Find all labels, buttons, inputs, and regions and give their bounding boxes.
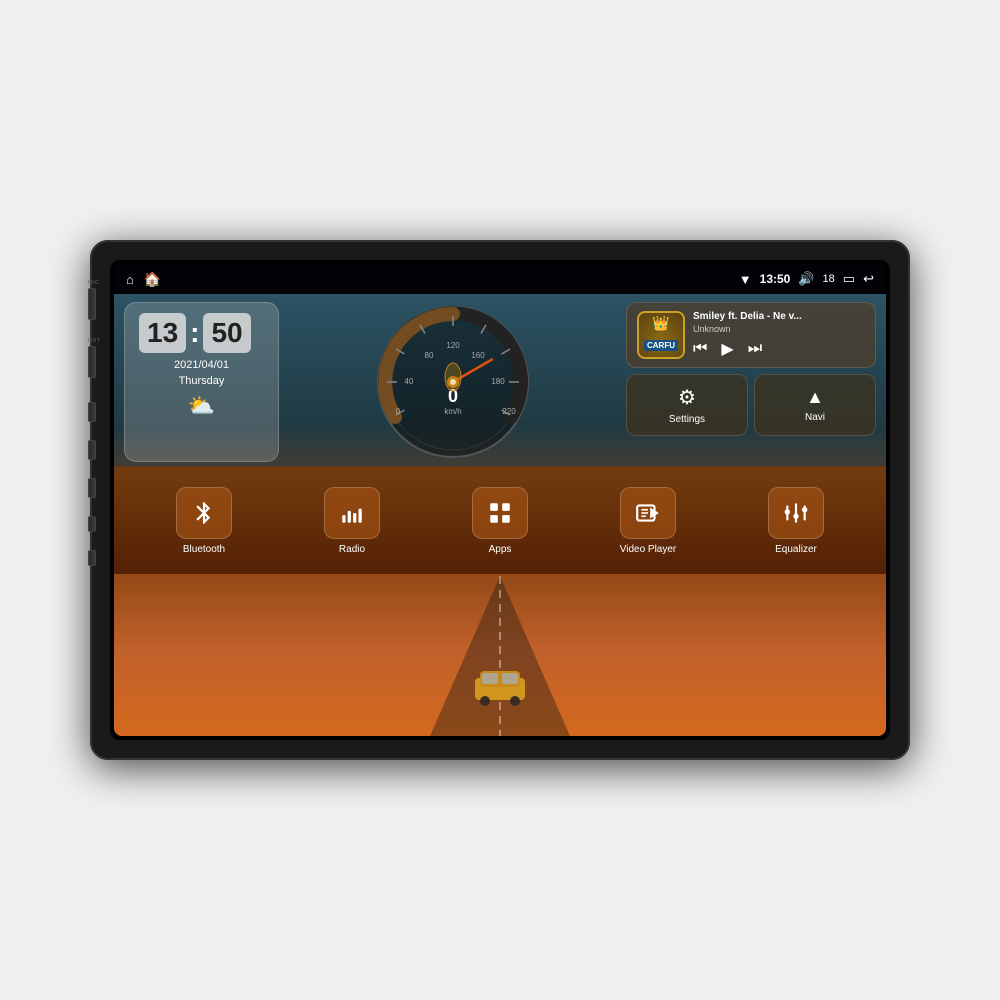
widgets-row: 13 : 50 2021/04/01 Thursday ⛅ [114, 294, 886, 466]
radio-icon-box [324, 487, 380, 539]
video-player-icon [635, 500, 661, 526]
video-icon-box [620, 487, 676, 539]
app-item-video-player[interactable]: Video Player [574, 487, 722, 555]
battery-icon: ▭ [843, 271, 855, 287]
album-art: 👑 CARFU [637, 311, 685, 359]
apps-icon-box [472, 487, 528, 539]
settings-icon: ⚙ [678, 385, 696, 410]
navi-icon: ▲ [806, 387, 824, 408]
screen: ⌂ 🏠 ▼ 13:50 🔊 18 ▭ ↩ [114, 264, 886, 736]
speedometer-svg: 0 40 80 120 160 180 220 0 [373, 302, 533, 462]
home-button[interactable] [88, 440, 96, 460]
svg-text:120: 120 [446, 341, 460, 350]
bluetooth-label: Bluetooth [183, 544, 225, 555]
app-item-bluetooth[interactable]: Bluetooth [130, 487, 278, 555]
crown-icon: 👑 [652, 315, 669, 332]
svg-text:180: 180 [491, 377, 505, 386]
settings-button[interactable]: ⚙ Settings [626, 374, 748, 436]
volume-icon[interactable]: 🔊 [798, 271, 814, 287]
app-item-apps[interactable]: Apps [426, 487, 574, 555]
music-info: Smiley ft. Delia - Ne v... Unknown ⏮ ▶ ⏭ [693, 311, 865, 359]
music-controls: ⏮ ▶ ⏭ [693, 339, 865, 359]
clock-display: 13 : 50 [139, 313, 264, 353]
music-artist: Unknown [693, 324, 865, 334]
app-bar: Bluetooth Radio [114, 466, 886, 574]
mic-button[interactable] [88, 288, 96, 320]
equalizer-label: Equalizer [775, 544, 817, 555]
video-player-label: Video Player [620, 544, 677, 555]
mic-label: MIC [88, 280, 100, 286]
clock-hour: 13 [139, 313, 186, 353]
app-item-equalizer[interactable]: Equalizer [722, 487, 870, 555]
status-time: 13:50 [760, 272, 791, 286]
equalizer-icon-box [768, 487, 824, 539]
power-button[interactable] [88, 402, 96, 422]
side-controls: MIC RST [88, 280, 101, 566]
car-head-unit: MIC RST ⌂ 🏠 [90, 240, 910, 760]
clock-day: Thursday [139, 375, 264, 387]
settings-label: Settings [669, 414, 705, 425]
right-block: 👑 CARFU Smiley ft. Delia - Ne v... Unkno… [626, 302, 876, 462]
main-content: 13 : 50 2021/04/01 Thursday ⛅ [114, 294, 886, 736]
svg-text:km/h: km/h [444, 407, 461, 416]
svg-text:220: 220 [502, 407, 516, 416]
volume-down-button[interactable] [88, 550, 96, 566]
home-icon[interactable]: ⌂ [126, 272, 134, 287]
app-item-radio[interactable]: Radio [278, 487, 426, 555]
weather-icon: ⛅ [139, 393, 264, 419]
status-bar: ⌂ 🏠 ▼ 13:50 🔊 18 ▭ ↩ [114, 264, 886, 294]
house-filled-icon[interactable]: 🏠 [144, 271, 161, 288]
clock-date: 2021/04/01 [139, 359, 264, 371]
svg-text:40: 40 [404, 377, 413, 386]
svg-text:80: 80 [424, 351, 433, 360]
apps-label: Apps [489, 544, 512, 555]
screen-bezel: ⌂ 🏠 ▼ 13:50 🔊 18 ▭ ↩ [110, 260, 890, 740]
bluetooth-icon [191, 500, 217, 526]
apps-icon [487, 500, 513, 526]
prev-button[interactable]: ⏮ [693, 340, 707, 358]
play-button[interactable]: ▶ [721, 339, 733, 359]
rst-label: RST [88, 338, 101, 344]
clock-minute: 50 [203, 313, 250, 353]
action-row: ⚙ Settings ▲ Navi [626, 374, 876, 436]
navi-button[interactable]: ▲ Navi [754, 374, 876, 436]
svg-text:160: 160 [471, 351, 485, 360]
carfu-logo: CARFU [644, 340, 678, 351]
equalizer-icon [783, 500, 809, 526]
music-widget[interactable]: 👑 CARFU Smiley ft. Delia - Ne v... Unkno… [626, 302, 876, 368]
radio-icon [339, 500, 365, 526]
volume-up-button[interactable] [88, 516, 96, 532]
svg-text:0: 0 [395, 407, 400, 416]
music-title: Smiley ft. Delia - Ne v... [693, 311, 865, 322]
bluetooth-icon-box [176, 487, 232, 539]
speedometer-widget: 0 40 80 120 160 180 220 0 [287, 302, 618, 462]
clock-widget: 13 : 50 2021/04/01 Thursday ⛅ [124, 302, 279, 462]
rst-button[interactable] [88, 346, 96, 378]
back-button[interactable] [88, 478, 96, 498]
wifi-icon: ▼ [739, 272, 752, 287]
status-left: ⌂ 🏠 [126, 271, 161, 288]
volume-level: 18 [823, 273, 835, 285]
next-button[interactable]: ⏭ [748, 340, 762, 358]
status-right: ▼ 13:50 🔊 18 ▭ ↩ [739, 271, 874, 287]
radio-label: Radio [339, 544, 365, 555]
navi-label: Navi [805, 412, 825, 423]
back-nav-icon[interactable]: ↩ [863, 271, 874, 287]
